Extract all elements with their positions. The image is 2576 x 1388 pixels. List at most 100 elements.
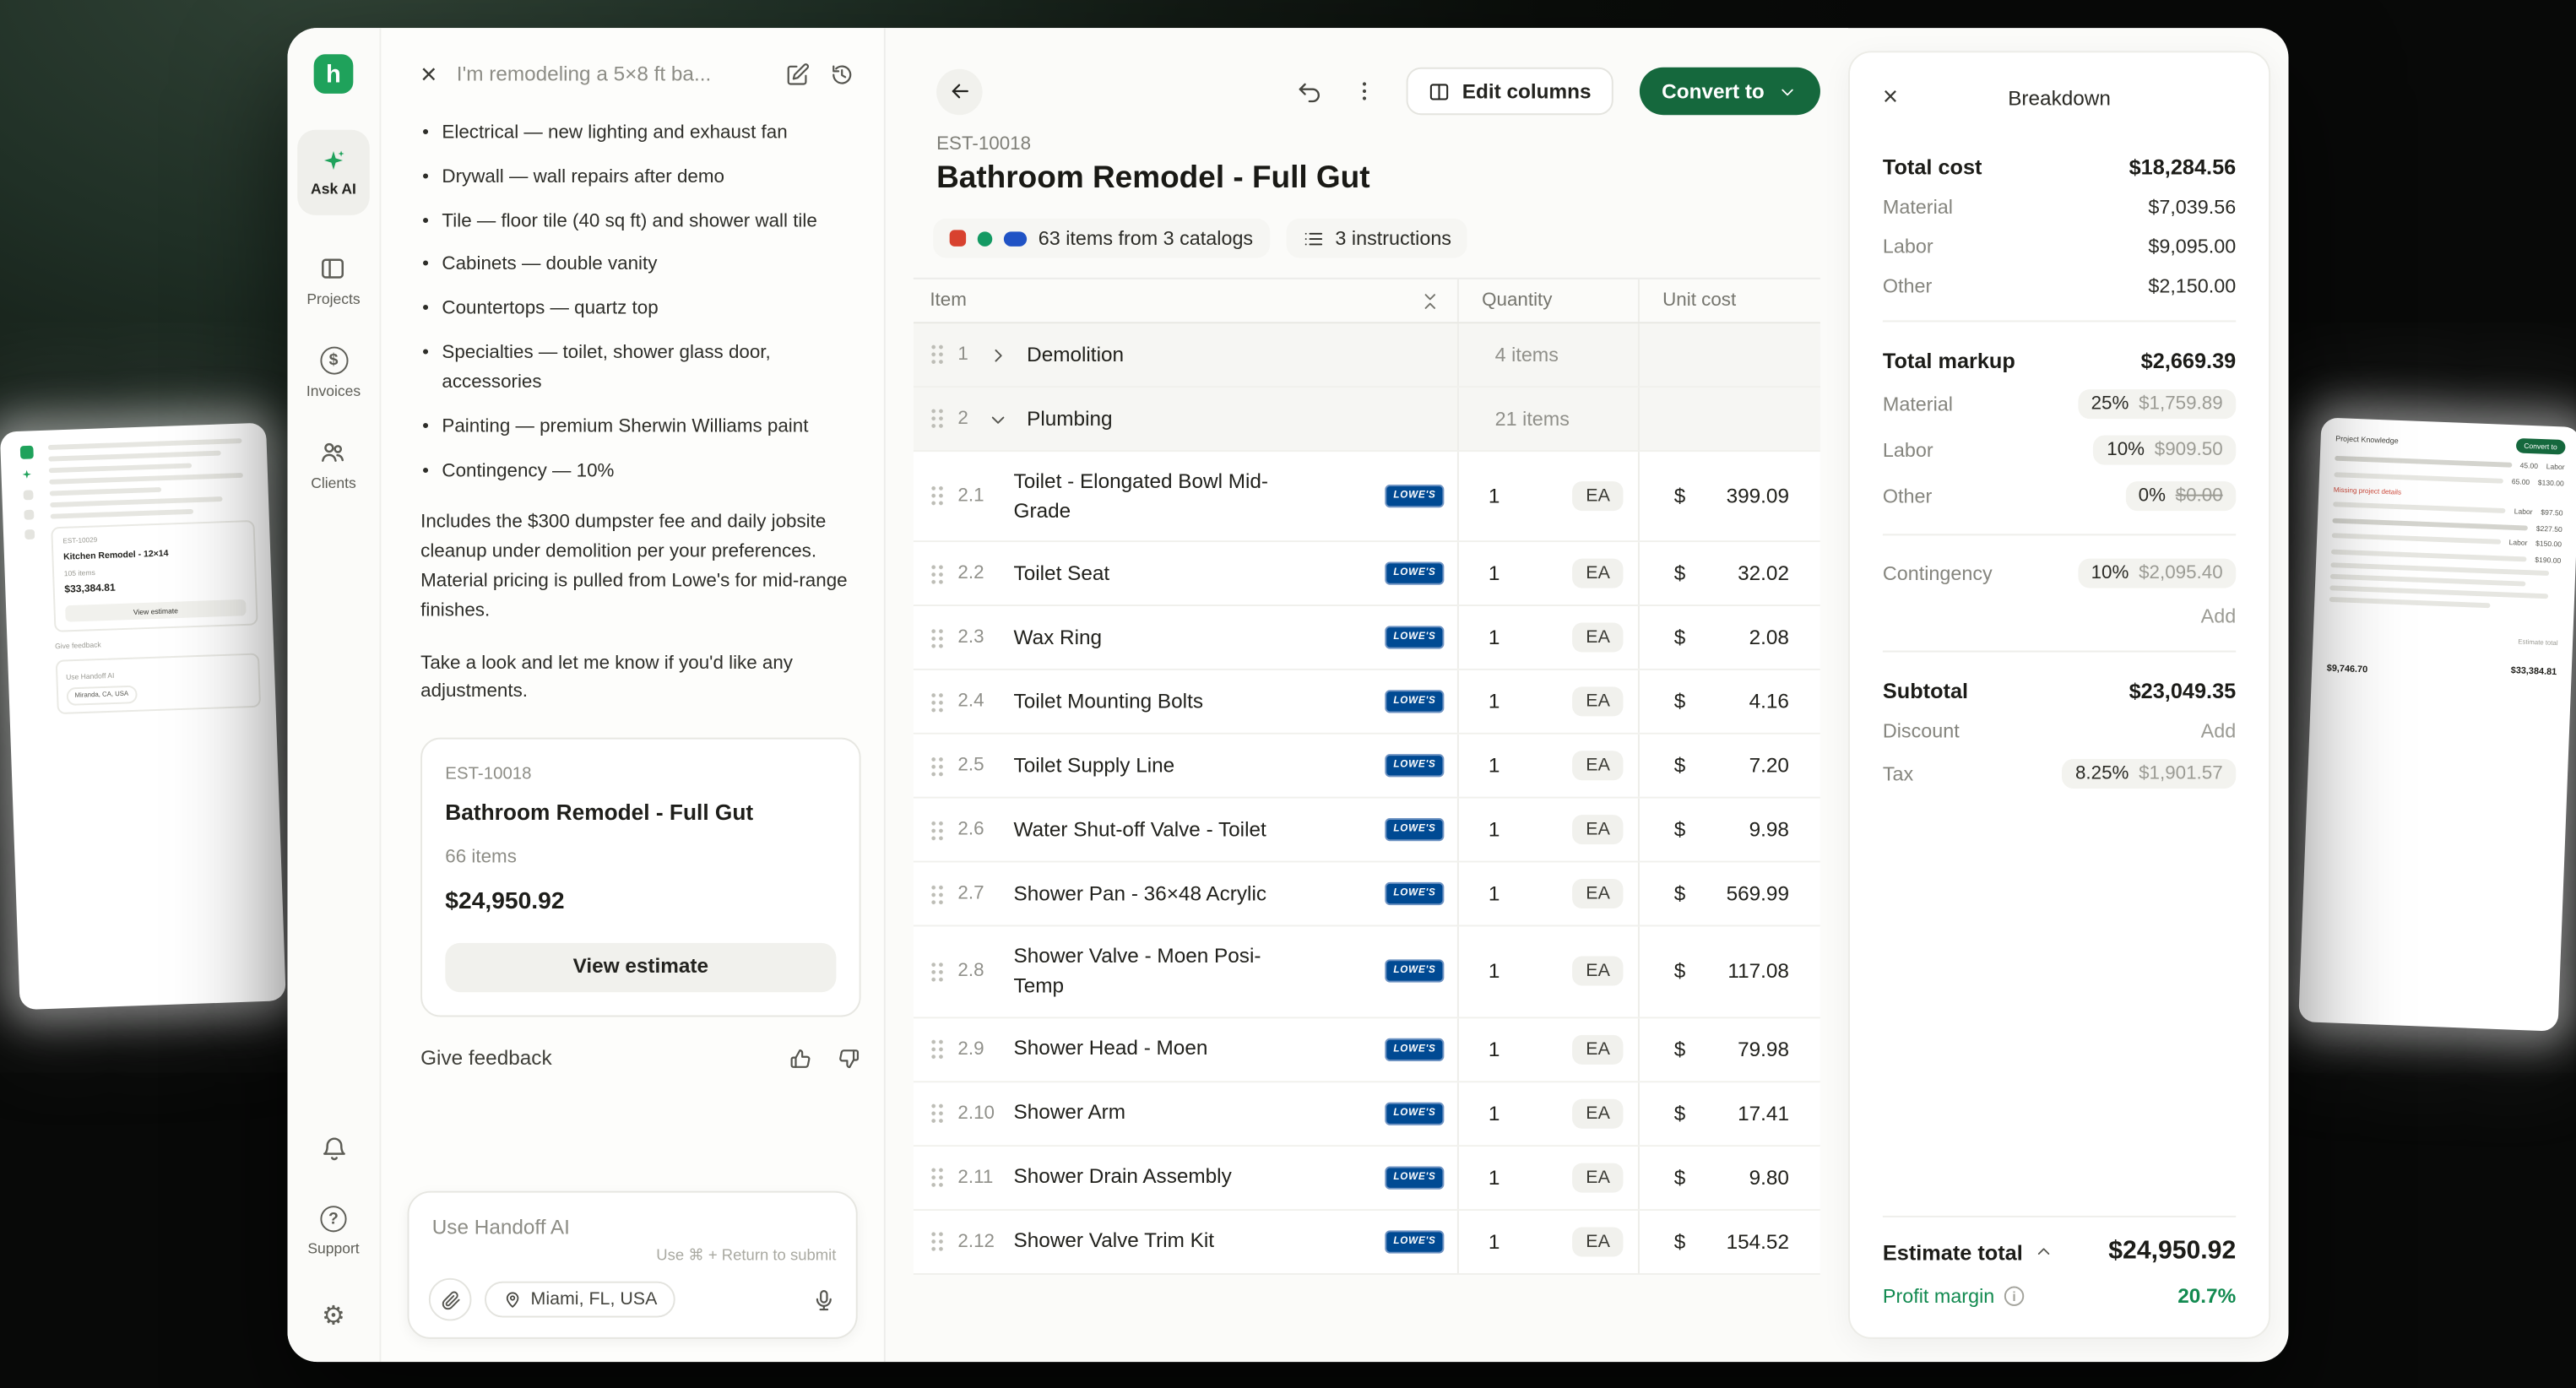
quantity-value[interactable]: 1 <box>1489 626 1500 649</box>
other-markup-field[interactable]: 0%$0.00 <box>2125 481 2236 511</box>
info-icon[interactable]: i <box>2004 1287 2024 1306</box>
collapse-all-button[interactable] <box>1419 290 1440 311</box>
quantity-value[interactable]: 1 <box>1489 1102 1500 1125</box>
drag-handle-icon[interactable] <box>930 755 945 777</box>
drag-handle-icon[interactable] <box>930 883 945 905</box>
table-row[interactable]: 2.7Shower Pan - 36×48 AcrylicLOWE'S 1EA … <box>914 863 1820 927</box>
unit-cost-value[interactable]: 9.80 <box>1749 1166 1789 1189</box>
unit-cost-value[interactable]: 7.20 <box>1749 755 1789 778</box>
quantity-value[interactable]: 1 <box>1489 960 1500 983</box>
table-row[interactable]: 2.10Shower ArmLOWE'S 1EA $17.41 <box>914 1082 1820 1146</box>
unit-cost-value[interactable]: 154.52 <box>1727 1229 1789 1252</box>
notifications-button[interactable] <box>319 1136 347 1163</box>
drag-handle-icon[interactable] <box>930 1230 945 1252</box>
handoff-logo[interactable]: h <box>314 54 354 94</box>
drag-handle-icon[interactable] <box>930 961 945 983</box>
table-row[interactable]: 2.3Wax RingLOWE'S 1EA $2.08 <box>914 606 1820 670</box>
unit-chip[interactable]: EA <box>1573 1034 1624 1064</box>
drag-handle-icon[interactable] <box>930 562 945 584</box>
estimate-preview-card[interactable]: EST-10018 Bathroom Remodel - Full Gut 66… <box>420 738 860 1017</box>
thumbs-down-button[interactable] <box>836 1046 860 1071</box>
tax-field[interactable]: 8.25%$1,901.57 <box>2062 759 2236 789</box>
collapse-totals-button[interactable] <box>2034 1242 2053 1261</box>
instructions-badge[interactable]: 3 instructions <box>1286 219 1467 258</box>
collapse-group-button[interactable] <box>987 409 1027 430</box>
convert-to-button[interactable]: Convert to <box>1639 68 1820 115</box>
quantity-value[interactable]: 1 <box>1489 485 1500 507</box>
table-row[interactable]: 2.11Shower Drain AssemblyLOWE'S 1EA $9.8… <box>914 1146 1820 1210</box>
unit-cost-value[interactable]: 4.16 <box>1749 691 1789 713</box>
table-row[interactable]: 2.9Shower Head - MoenLOWE'S 1EA $79.98 <box>914 1017 1820 1082</box>
close-breakdown-icon[interactable]: × <box>1883 85 1898 111</box>
attach-button[interactable] <box>429 1278 472 1321</box>
view-estimate-button[interactable]: View estimate <box>445 942 836 991</box>
unit-chip[interactable]: EA <box>1573 751 1624 781</box>
quantity-value[interactable]: 1 <box>1489 1229 1500 1252</box>
add-discount-button[interactable]: Add <box>2201 719 2237 742</box>
quantity-value[interactable]: 1 <box>1489 882 1500 905</box>
location-chip[interactable]: Miami, FL, USA <box>485 1282 675 1318</box>
sidebar-item-clients[interactable]: Clients <box>311 439 356 491</box>
table-row[interactable]: 2.8Shower Valve - Moen Posi-TempLOWE'S 1… <box>914 927 1820 1018</box>
drag-handle-icon[interactable] <box>930 1102 945 1124</box>
add-markup-button[interactable]: Add <box>2201 605 2237 627</box>
unit-chip[interactable]: EA <box>1573 481 1624 511</box>
group-row-plumbing[interactable]: 2 Plumbing 21 items <box>914 388 1820 452</box>
drag-handle-icon[interactable] <box>930 485 945 507</box>
quantity-value[interactable]: 1 <box>1489 562 1500 585</box>
unit-cost-value[interactable]: 2.08 <box>1749 626 1789 649</box>
table-row[interactable]: 2.6Water Shut-off Valve - ToiletLOWE'S 1… <box>914 799 1820 863</box>
material-markup-field[interactable]: 25%$1,759.89 <box>2078 389 2236 419</box>
unit-chip[interactable]: EA <box>1573 1098 1624 1128</box>
quantity-value[interactable]: 1 <box>1489 691 1500 713</box>
drag-handle-icon[interactable] <box>930 819 945 841</box>
history-button[interactable] <box>830 62 854 86</box>
drag-handle-icon[interactable] <box>930 1038 945 1060</box>
table-row[interactable]: 2.2Toilet SeatLOWE'S 1EA $32.02 <box>914 543 1820 607</box>
unit-chip[interactable]: EA <box>1573 1227 1624 1256</box>
undo-button[interactable] <box>1296 78 1322 104</box>
unit-chip[interactable]: EA <box>1573 559 1624 588</box>
settings-button[interactable]: ⚙ <box>322 1299 345 1332</box>
table-row[interactable]: 2.5Toilet Supply LineLOWE'S 1EA $7.20 <box>914 735 1820 799</box>
unit-cost-value[interactable]: 79.98 <box>1738 1038 1789 1060</box>
unit-chip[interactable]: EA <box>1573 816 1624 845</box>
table-row[interactable]: 2.12Shower Valve Trim KitLOWE'S 1EA $154… <box>914 1210 1820 1274</box>
group-row-demolition[interactable]: 1 Demolition 4 items <box>914 323 1820 388</box>
unit-chip[interactable]: EA <box>1573 1163 1624 1192</box>
thumbs-up-button[interactable] <box>789 1046 813 1071</box>
chat-composer[interactable]: Use ⌘ + Return to submit Miami, FL, USA <box>408 1191 858 1339</box>
table-row[interactable]: 2.4Toilet Mounting BoltsLOWE'S 1EA $4.16 <box>914 670 1820 735</box>
drag-handle-icon[interactable] <box>930 408 945 430</box>
contingency-field[interactable]: 10%$2,095.40 <box>2078 559 2236 588</box>
catalogs-badge[interactable]: 63 items from 3 catalogs <box>933 219 1269 258</box>
chat-input[interactable] <box>429 1214 837 1240</box>
more-options-button[interactable] <box>1352 79 1376 103</box>
sidebar-item-ask-ai[interactable]: Ask AI <box>297 130 370 215</box>
quantity-value[interactable]: 1 <box>1489 1166 1500 1189</box>
unit-chip[interactable]: EA <box>1573 879 1624 908</box>
drag-handle-icon[interactable] <box>930 691 945 713</box>
quantity-value[interactable]: 1 <box>1489 1038 1500 1060</box>
microphone-button[interactable] <box>811 1288 836 1312</box>
unit-cost-value[interactable]: 32.02 <box>1738 562 1789 585</box>
edit-columns-button[interactable]: Edit columns <box>1407 68 1613 115</box>
labor-markup-field[interactable]: 10%$909.50 <box>2094 436 2237 465</box>
back-button[interactable] <box>936 68 982 114</box>
unit-chip[interactable]: EA <box>1573 957 1624 986</box>
quantity-value[interactable]: 1 <box>1489 818 1500 841</box>
unit-chip[interactable]: EA <box>1573 687 1624 717</box>
unit-cost-value[interactable]: 9.98 <box>1749 818 1789 841</box>
edit-thread-button[interactable] <box>785 62 810 86</box>
sidebar-item-projects[interactable]: Projects <box>306 255 360 307</box>
unit-cost-value[interactable]: 399.09 <box>1727 485 1789 507</box>
unit-cost-value[interactable]: 17.41 <box>1738 1102 1789 1125</box>
sidebar-item-invoices[interactable]: $ Invoices <box>306 347 361 399</box>
unit-cost-value[interactable]: 117.08 <box>1727 960 1789 983</box>
unit-chip[interactable]: EA <box>1573 623 1624 653</box>
unit-cost-value[interactable]: 569.99 <box>1727 882 1789 905</box>
drag-handle-icon[interactable] <box>930 1166 945 1188</box>
table-row[interactable]: 2.1Toilet - Elongated Bowl Mid-GradeLOWE… <box>914 452 1820 543</box>
expand-group-button[interactable] <box>987 344 1027 366</box>
drag-handle-icon[interactable] <box>930 626 945 648</box>
